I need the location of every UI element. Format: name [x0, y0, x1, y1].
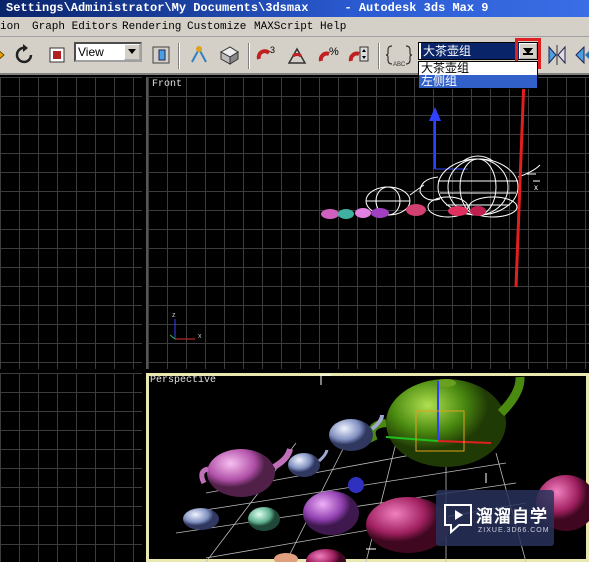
undo-rotate-icon[interactable]	[12, 41, 38, 69]
svg-text:3: 3	[270, 45, 275, 55]
viewport-front[interactable]: Front x x z	[146, 77, 589, 369]
mirror-icon[interactable]	[544, 41, 570, 69]
keyboard-shortcut-icon[interactable]	[216, 41, 242, 69]
watermark-text: 溜溜自学	[476, 507, 548, 527]
title-bar: Settings\Administrator\My Documents\3dsm…	[0, 0, 589, 17]
snap-toggle-icon[interactable]: 3	[254, 41, 280, 69]
menu-item-animation[interactable]: ion	[0, 17, 20, 36]
viewport-left[interactable]	[0, 373, 142, 562]
watermark-subtext: ZIXUE.3D66.COM	[478, 527, 550, 534]
select-manipulate-icon[interactable]	[186, 41, 212, 69]
play-logo-icon	[444, 504, 472, 535]
watermark-logo: 溜溜自学 ZIXUE.3D66.COM	[436, 490, 554, 546]
chevron-down-icon[interactable]	[124, 44, 140, 60]
percent-snap-icon[interactable]: %	[316, 41, 342, 69]
menu-bar: ion Graph Editors Rendering Customize MA…	[0, 17, 589, 37]
svg-text:%: %	[329, 46, 339, 58]
select-object-icon[interactable]	[44, 41, 70, 69]
named-selection-dropdown-list: 大茶壶组 左侧组	[418, 61, 538, 89]
align-icon[interactable]	[572, 41, 589, 69]
svg-text:ABC: ABC	[393, 62, 406, 68]
3dsmax-window: Settings\Administrator\My Documents\3dsm…	[0, 0, 589, 562]
menu-item-help[interactable]: Help	[320, 17, 346, 36]
angle-snap-icon[interactable]	[284, 41, 310, 69]
spinner-snap-icon[interactable]	[346, 41, 372, 69]
reference-coord-dropdown[interactable]: View	[74, 42, 142, 62]
menu-item-rendering[interactable]: Rendering	[122, 17, 181, 36]
svg-text:z: z	[172, 312, 176, 319]
menu-item-customize[interactable]: Customize	[187, 17, 246, 36]
edit-named-selection-icon[interactable]: ABC	[386, 41, 412, 69]
svg-text:x: x	[534, 183, 538, 192]
pivot-center-icon[interactable]	[148, 41, 174, 69]
dropdown-option-highlighted[interactable]: 左侧组	[419, 75, 537, 88]
menu-item-graph-editors[interactable]: Graph Editors	[32, 17, 118, 36]
front-scene: x x z	[169, 77, 541, 340]
svg-text:x: x	[198, 333, 202, 340]
menu-item-maxscript[interactable]: MAXScript	[254, 17, 313, 36]
viewport-top-left[interactable]	[0, 77, 142, 369]
named-selection-value: 大茶壶组	[421, 43, 519, 59]
